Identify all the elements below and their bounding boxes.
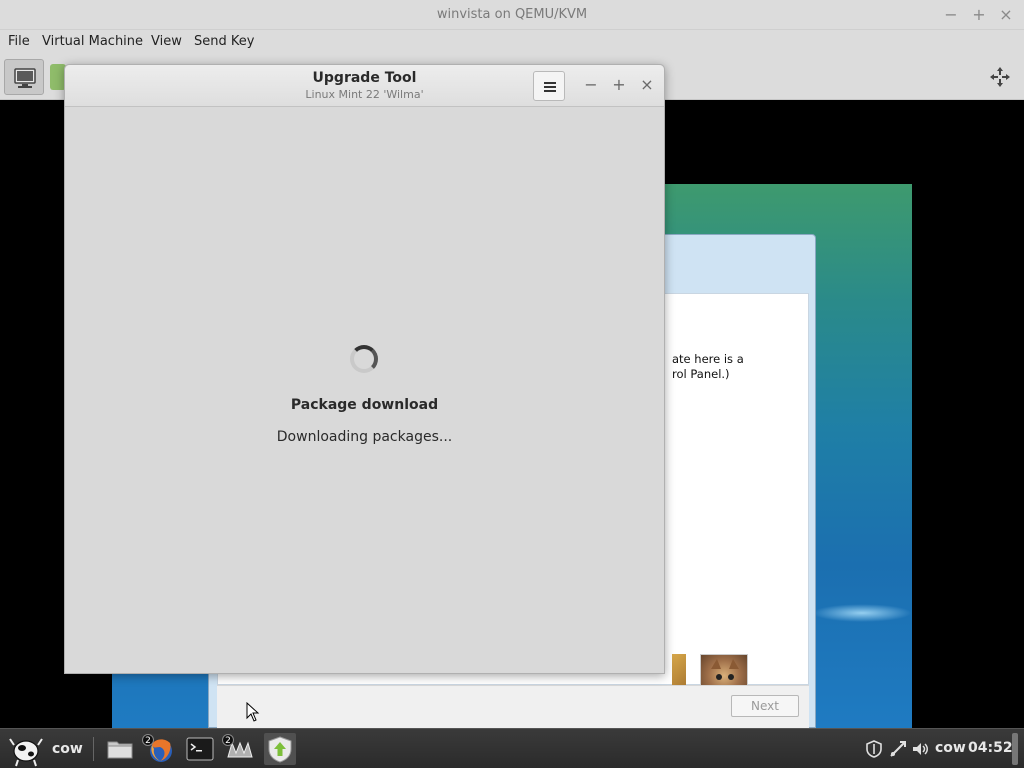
taskbar-update-manager[interactable]	[264, 733, 296, 765]
mouse-cursor-icon	[246, 702, 260, 722]
upgrade-tool-title: Upgrade Tool	[312, 70, 417, 86]
upgrade-tool-headerbar: Upgrade Tool Linux Mint 22 'Wilma' − + ×	[65, 65, 664, 107]
tray-user-name[interactable]: cow	[935, 740, 966, 756]
menu-file[interactable]: File	[8, 34, 30, 49]
network-icon[interactable]	[888, 739, 908, 759]
upgrade-step-heading: Package download	[290, 397, 439, 413]
console-view-button[interactable]	[4, 59, 44, 95]
host-minimize-button[interactable]: −	[941, 5, 961, 25]
upgrade-tool-subtitle: Linux Mint 22 'Wilma'	[305, 88, 424, 101]
host-close-button[interactable]: ×	[996, 5, 1016, 25]
firefox-badge: 2	[142, 734, 154, 746]
taskbar-firefox[interactable]: 2	[142, 733, 176, 765]
fullscreen-button[interactable]	[986, 64, 1014, 90]
vista-partial-text: ate here is a rol Panel.)	[672, 352, 744, 381]
menu-send-key[interactable]: Send Key	[194, 34, 254, 49]
folder-icon	[107, 741, 133, 759]
show-desktop-button[interactable]	[1012, 733, 1018, 765]
hamburger-icon	[544, 82, 556, 84]
host-menubar: File Virtual Machine View Send Key	[0, 30, 1024, 54]
upgrade-maximize-button[interactable]: +	[609, 75, 629, 95]
loading-spinner-icon	[350, 345, 378, 373]
taskbar-virt-manager[interactable]: 2	[222, 733, 256, 765]
tray-clock[interactable]: 04:52	[968, 740, 1013, 756]
taskbar-files[interactable]	[104, 733, 136, 765]
volume-icon[interactable]	[910, 739, 930, 759]
vista-next-button[interactable]: Next	[731, 695, 799, 717]
upgrade-close-button[interactable]: ×	[637, 75, 657, 95]
hamburger-icon-bar	[544, 86, 556, 88]
cow-logo-icon	[9, 738, 43, 767]
start-menu-label: cow	[52, 741, 83, 757]
taskbar-separator	[93, 737, 94, 761]
shield-icon[interactable]	[864, 739, 884, 759]
upgrade-step-status: Downloading packages...	[276, 429, 453, 445]
hamburger-icon-bar	[544, 90, 556, 92]
upgrade-tool-window: Upgrade Tool Linux Mint 22 'Wilma' − + ×…	[64, 64, 665, 674]
taskbar: cow 2 2 cow 04:52	[0, 728, 1024, 768]
virt-manager-badge: 2	[222, 734, 234, 746]
monitor-icon	[14, 68, 36, 88]
menu-virtual-machine[interactable]: Virtual Machine	[42, 34, 143, 49]
taskbar-terminal[interactable]	[184, 733, 216, 765]
vista-window-footer: Next	[217, 685, 809, 729]
host-titlebar: winvista on QEMU/KVM − + ×	[0, 0, 1024, 30]
upgrade-menu-button[interactable]	[533, 71, 565, 101]
menu-view[interactable]: View	[151, 34, 182, 49]
vista-desktop-glow	[812, 604, 912, 622]
host-maximize-button[interactable]: +	[969, 5, 989, 25]
host-window-title: winvista on QEMU/KVM	[436, 7, 588, 22]
upgrade-minimize-button[interactable]: −	[581, 75, 601, 95]
start-menu-button[interactable]: cow	[4, 731, 88, 767]
fullscreen-icon	[990, 67, 1010, 87]
update-shield-icon	[268, 736, 292, 763]
terminal-icon	[186, 737, 214, 761]
